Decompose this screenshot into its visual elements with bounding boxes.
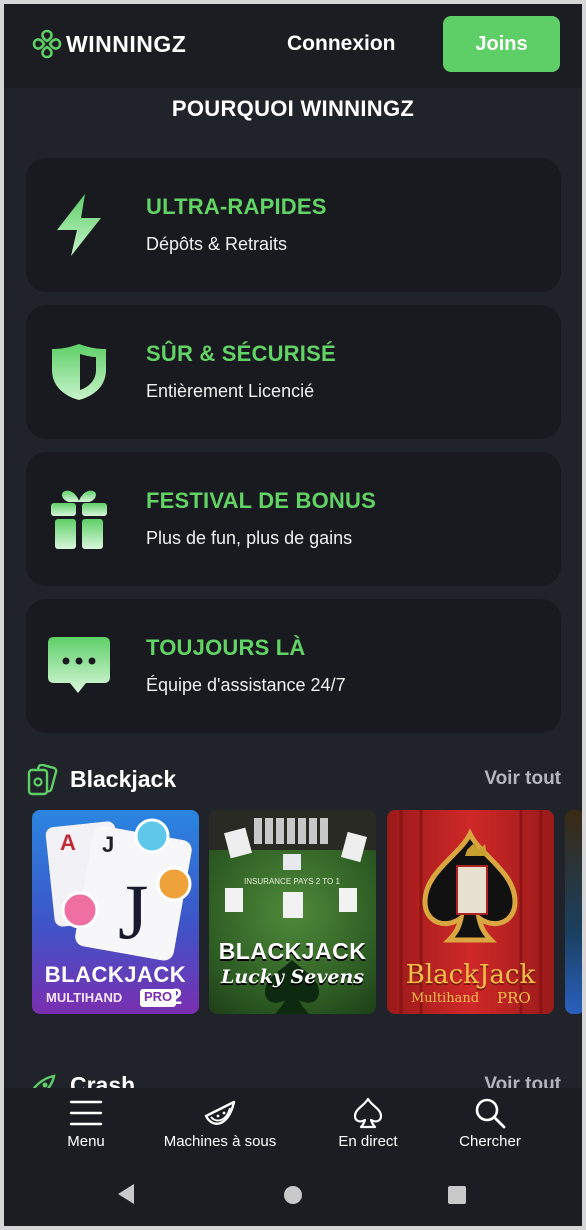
game-title-line1: BlackJack xyxy=(405,960,536,990)
join-button[interactable]: Joins xyxy=(443,16,560,72)
app-frame: WINNINGZ Connexion Joins POURQUOI WINNIN… xyxy=(4,4,582,1226)
watermelon-icon xyxy=(204,1100,236,1125)
spade-icon xyxy=(353,1097,383,1129)
gift-icon xyxy=(46,486,112,552)
bottom-navigation: Menu Machines à sous En direct Chercher xyxy=(4,1088,582,1158)
feature-card-bonus: FESTIVAL DE BONUS Plus de fun, plus de g… xyxy=(26,452,561,586)
back-triangle-icon[interactable] xyxy=(114,1182,138,1206)
feature-title: SÛR & SÉCURISÉ xyxy=(146,341,336,366)
feature-subtitle: Plus de fun, plus de gains xyxy=(146,528,353,548)
nav-label: Chercher xyxy=(459,1133,521,1150)
feature-title: FESTIVAL DE BONUS xyxy=(146,488,376,513)
blackjack-section-header: Blackjack Voir tout xyxy=(26,764,561,798)
login-link[interactable]: Connexion xyxy=(287,32,396,56)
feature-card-support: TOUJOURS LÀ Équipe d'assistance 24/7 xyxy=(26,599,561,733)
nav-label: Machines à sous xyxy=(163,1133,277,1150)
game-title-line1: BLACKJACK xyxy=(218,938,367,964)
game-badge: PRO xyxy=(497,989,531,1007)
nav-menu[interactable]: Menu xyxy=(56,1096,116,1150)
nav-label: En direct xyxy=(338,1133,398,1150)
brand-name: WINNINGZ xyxy=(66,30,187,57)
chat-bubble-icon xyxy=(46,633,112,699)
feature-title: TOUJOURS LÀ xyxy=(146,635,306,660)
game-badge-number: 2 xyxy=(170,984,183,1009)
system-navigation-bar xyxy=(4,1158,582,1226)
game-tile-blackjack-multihand-pro[interactable]: BlackJack Multihand PRO xyxy=(387,810,554,1014)
nav-live[interactable]: En direct xyxy=(328,1096,408,1150)
game-tile-blackjack-multihand-pro2[interactable]: A J J BLACKJACK MULTIHAND PRO 2 xyxy=(32,810,199,1014)
section-title: Blackjack xyxy=(70,766,177,792)
lightning-icon xyxy=(46,192,112,258)
game-title-line2: MULTIHAND xyxy=(46,990,123,1005)
hamburger-menu-icon xyxy=(69,1100,103,1126)
feature-card-fast: ULTRA-RAPIDES Dépôts & Retraits xyxy=(26,158,561,292)
svg-text:J: J xyxy=(102,832,114,857)
feature-subtitle: Entièrement Licencié xyxy=(146,381,315,401)
nav-label: Menu xyxy=(67,1133,105,1150)
table-text: INSURANCE PAYS 2 TO 1 xyxy=(244,877,340,886)
top-header: WINNINGZ Connexion Joins xyxy=(4,4,582,88)
game-title-line2: Multihand xyxy=(411,991,480,1006)
game-tile-blackjack-lucky-sevens[interactable]: INSURANCE PAYS 2 TO 1 BLACKJACK Lucky Se… xyxy=(209,810,376,1014)
feature-title: ULTRA-RAPIDES xyxy=(146,194,327,219)
feature-card-secure: SÛR & SÉCURISÉ Entièrement Licencié xyxy=(26,305,561,439)
feature-subtitle: Équipe d'assistance 24/7 xyxy=(146,675,346,695)
nav-search[interactable]: Chercher xyxy=(450,1096,530,1150)
home-circle-icon[interactable] xyxy=(282,1184,304,1206)
brand-logo[interactable]: WINNINGZ xyxy=(30,28,186,60)
recents-square-icon[interactable] xyxy=(446,1184,468,1206)
svg-text:A: A xyxy=(60,830,76,855)
nav-slots[interactable]: Machines à sous xyxy=(150,1096,290,1150)
svg-text:J: J xyxy=(118,868,148,955)
cards-icon xyxy=(27,764,58,796)
clover-logo-icon xyxy=(32,29,62,59)
see-all-link[interactable]: Voir tout xyxy=(484,768,561,790)
shield-icon xyxy=(46,339,112,405)
feature-subtitle: Dépôts & Retraits xyxy=(146,234,288,254)
search-icon xyxy=(475,1098,506,1129)
game-tile-partial[interactable] xyxy=(565,810,582,1014)
game-carousel[interactable]: A J J BLACKJACK MULTIHAND PRO 2 INSURANC… xyxy=(32,810,582,1014)
why-section-title: POURQUOI WINNINGZ xyxy=(171,96,415,121)
game-title-line2: Lucky Sevens xyxy=(220,966,364,988)
